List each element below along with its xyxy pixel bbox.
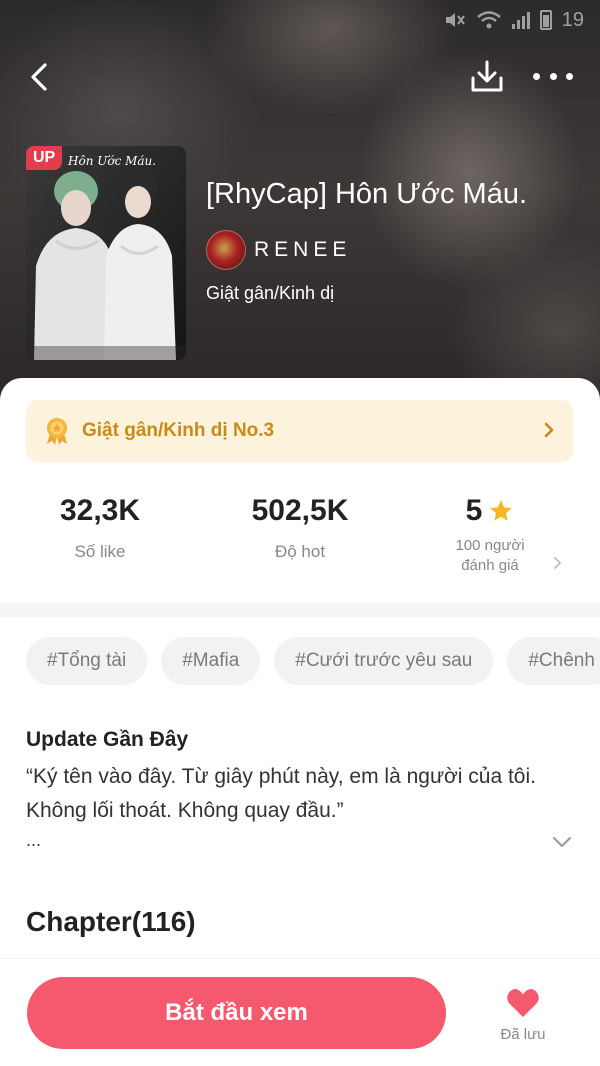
recent-update-title: Update Gần Đây — [26, 728, 189, 751]
start-reading-button[interactable]: Bắt đầu xem — [27, 977, 446, 1049]
hot-label: Độ hot — [274, 542, 326, 561]
stats-row: 32,3K Số like 502,5K Độ hot 5 100 người … — [0, 494, 600, 594]
download-button[interactable] — [468, 58, 506, 96]
signal-icon — [511, 11, 530, 29]
mute-icon — [445, 13, 465, 27]
download-icon — [471, 60, 503, 92]
recent-update-ellipsis: ... — [26, 830, 42, 850]
section-divider — [0, 603, 600, 617]
battery-icon — [539, 10, 552, 30]
more-icon-dot — [533, 72, 540, 80]
status-bar: 19 — [444, 6, 584, 34]
book-cover[interactable]: UP Hôn Ước Máu. — [26, 146, 186, 360]
heart-icon — [507, 989, 539, 1017]
author-avatar[interactable] — [206, 230, 246, 270]
book-detail-sheet: Giật gân/Kinh dị No.3 32,3K Số like 502,… — [0, 378, 600, 1066]
stat-rating[interactable]: 5 100 người đánh giá — [420, 494, 580, 576]
update-badge: UP — [26, 146, 63, 170]
tag-chip[interactable]: #Tổng tài — [26, 637, 148, 685]
rating-count-label: 100 người — [455, 537, 525, 554]
tag-chip[interactable]: #Chênh — [507, 637, 600, 685]
ranking-banner[interactable]: Giật gân/Kinh dị No.3 — [26, 400, 573, 462]
wifi-icon — [476, 11, 501, 29]
likes-count: 32,3K — [59, 494, 141, 527]
tag-chip[interactable]: #Cưới trước yêu sau — [274, 637, 494, 685]
tag-chip[interactable]: #Mafia — [161, 637, 261, 685]
hot-count: 502,5K — [251, 494, 349, 527]
cover-art — [26, 146, 186, 360]
save-button[interactable]: Đã lưu — [494, 985, 552, 1055]
book-title: [RhyCap] Hôn Ước Máu. — [206, 178, 528, 210]
medal-icon — [47, 418, 67, 445]
author-row[interactable]: RENEE — [206, 230, 351, 270]
expand-chevron-icon[interactable] — [550, 833, 574, 851]
chevron-left-icon — [31, 63, 47, 91]
cover-title: Hôn Ước Máu. — [68, 154, 157, 168]
book-header: 19 UP Hôn Ước Máu. [RhyCap] Hôn Ước Máu.… — [0, 0, 600, 420]
star-icon — [490, 500, 513, 521]
chevron-right-icon — [554, 557, 562, 569]
tag-list: #Tổng tài #Mafia #Cưới trước yêu sau #Chênh — [0, 637, 600, 685]
save-label: Đã lưu — [500, 1026, 546, 1043]
recent-update-text: “Ký tên vào đây. Từ giây phút này, em là… — [26, 765, 536, 822]
likes-label: Số like — [74, 542, 126, 561]
stat-hot: 502,5K Độ hot — [200, 494, 400, 562]
ranking-label: Giật gân/Kinh dị No.3 — [82, 420, 275, 441]
author-name[interactable]: RENEE — [254, 238, 351, 262]
book-genre: Giật gân/Kinh dị — [206, 283, 335, 303]
stat-likes: 32,3K Số like — [0, 494, 200, 562]
more-icon-dot — [566, 72, 573, 80]
back-button[interactable] — [22, 60, 56, 94]
chevron-right-icon — [544, 422, 554, 438]
rating-value: 5 — [465, 494, 483, 527]
bottom-action-bar: Bắt đầu xem Đã lưu — [0, 958, 600, 1066]
chapter-count-title[interactable]: Chapter(116) — [26, 906, 196, 938]
battery-level: 19 — [561, 8, 584, 31]
more-options-button[interactable] — [533, 63, 573, 89]
more-icon-dot — [549, 72, 557, 80]
